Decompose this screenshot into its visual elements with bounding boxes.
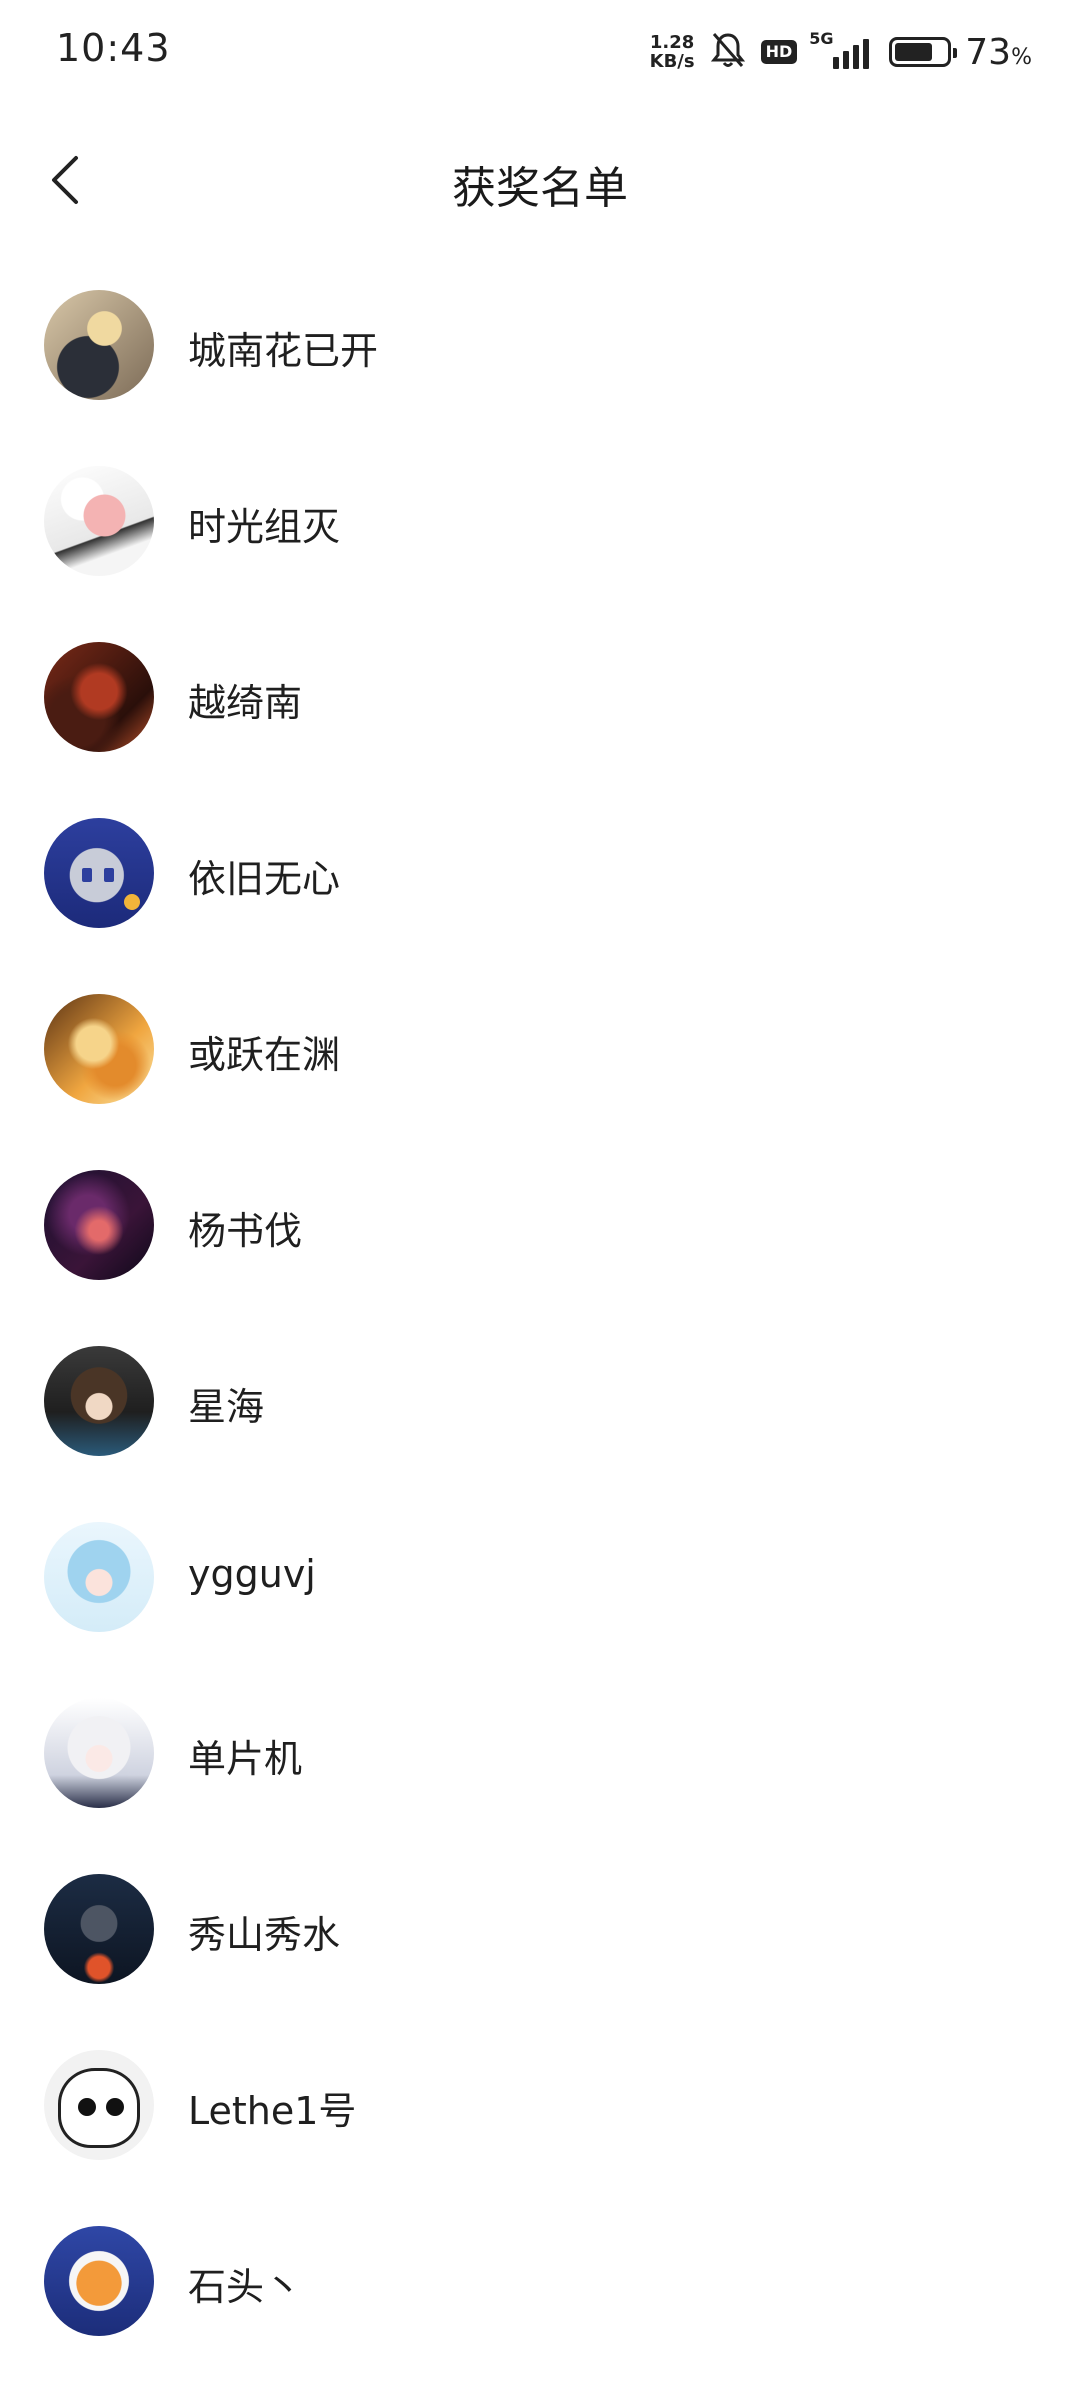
status-bar: 10:43 1.28 KB/s HD 5G 73% — [0, 0, 1080, 104]
status-time: 10:43 — [56, 26, 171, 70]
list-item[interactable]: Lethe1号 — [0, 2018, 1080, 2194]
hd-voice-badge: HD — [760, 40, 798, 64]
list-item[interactable]: 星海 — [0, 1314, 1080, 1490]
avatar[interactable] — [44, 1170, 154, 1280]
winner-name: 城南花已开 — [188, 329, 379, 373]
avatar[interactable] — [44, 2226, 154, 2336]
network-speed: 1.28 KB/s — [650, 33, 695, 71]
winner-name: 杨书伐 — [188, 1209, 303, 1253]
list-item[interactable]: 石头丶 — [0, 2194, 1080, 2370]
winner-list: 城南花已开 时光组灭 越绮南 依旧无心 或跃在渊 杨书伐 星海 ygguvj 单… — [0, 258, 1080, 2370]
battery-fill — [895, 43, 932, 61]
list-item[interactable]: 越绮南 — [0, 610, 1080, 786]
avatar[interactable] — [44, 818, 154, 928]
nav-header: 获奖名单 — [0, 120, 1080, 240]
avatar[interactable] — [44, 1346, 154, 1456]
battery-percent: 73% — [965, 31, 1032, 73]
winner-name: 星海 — [188, 1385, 265, 1429]
winner-name: ygguvj — [188, 1552, 316, 1596]
avatar[interactable] — [44, 1698, 154, 1808]
list-item[interactable]: ygguvj — [0, 1490, 1080, 1666]
cellular-signal-icon: 5G — [809, 29, 875, 69]
avatar[interactable] — [44, 2050, 154, 2160]
winner-name: 单片机 — [188, 1737, 303, 1781]
network-type-label: 5G — [809, 29, 834, 48]
winner-name: 秀山秀水 — [188, 1913, 341, 1957]
list-item[interactable]: 依旧无心 — [0, 786, 1080, 962]
list-item[interactable]: 时光组灭 — [0, 434, 1080, 610]
winner-name: 越绮南 — [188, 681, 303, 725]
winner-name: 依旧无心 — [188, 857, 341, 901]
page-title: 获奖名单 — [452, 163, 628, 214]
avatar[interactable] — [44, 994, 154, 1104]
bell-muted-icon — [709, 30, 747, 74]
winner-name: 石头丶 — [188, 2265, 303, 2309]
avatar[interactable] — [44, 290, 154, 400]
winner-name: 时光组灭 — [188, 505, 341, 549]
network-speed-value: 1.28 — [649, 32, 695, 53]
avatar[interactable] — [44, 642, 154, 752]
status-icons: 1.28 KB/s HD 5G 73% — [650, 28, 1032, 76]
avatar[interactable] — [44, 466, 154, 576]
network-speed-unit: KB/s — [649, 51, 695, 72]
list-item[interactable]: 秀山秀水 — [0, 1842, 1080, 2018]
winner-name: 或跃在渊 — [188, 1033, 341, 1077]
avatar[interactable] — [44, 1522, 154, 1632]
winner-name: Lethe1号 — [188, 2089, 357, 2133]
list-item[interactable]: 单片机 — [0, 1666, 1080, 1842]
avatar[interactable] — [44, 1874, 154, 1984]
list-item[interactable]: 杨书伐 — [0, 1138, 1080, 1314]
battery-icon — [889, 37, 958, 67]
list-item[interactable]: 城南花已开 — [0, 258, 1080, 434]
list-item[interactable]: 或跃在渊 — [0, 962, 1080, 1138]
